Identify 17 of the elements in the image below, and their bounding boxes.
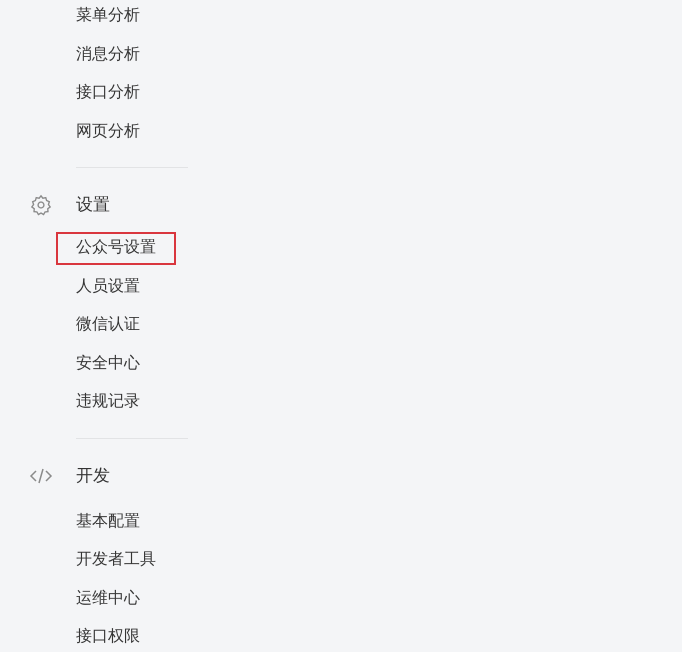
menu-item[interactable]: 接口权限 — [56, 620, 160, 652]
menu-item[interactable]: 基本配置 — [56, 505, 160, 538]
menu-item[interactable]: 运维中心 — [56, 582, 160, 616]
section-title: 设置 — [76, 194, 110, 216]
section-title: 开发 — [76, 464, 110, 487]
menu-item[interactable]: 安全中心 — [56, 347, 160, 380]
menu-item[interactable]: 菜单分析 — [56, 0, 160, 33]
menu-item[interactable]: 网页分析 — [56, 115, 160, 148]
menu-item[interactable]: 人员设置 — [56, 270, 160, 304]
code-icon — [29, 466, 53, 484]
menu-item[interactable]: 微信认证 — [56, 308, 160, 342]
menu-item[interactable]: 违规记录 — [56, 386, 160, 419]
menu-item[interactable]: 公众号设置 — [56, 232, 176, 265]
settings-icon — [30, 194, 52, 216]
menu-item[interactable]: 接口分析 — [56, 76, 160, 110]
menu-item[interactable]: 开发者工具 — [56, 544, 176, 577]
menu-item[interactable]: 消息分析 — [56, 38, 160, 72]
